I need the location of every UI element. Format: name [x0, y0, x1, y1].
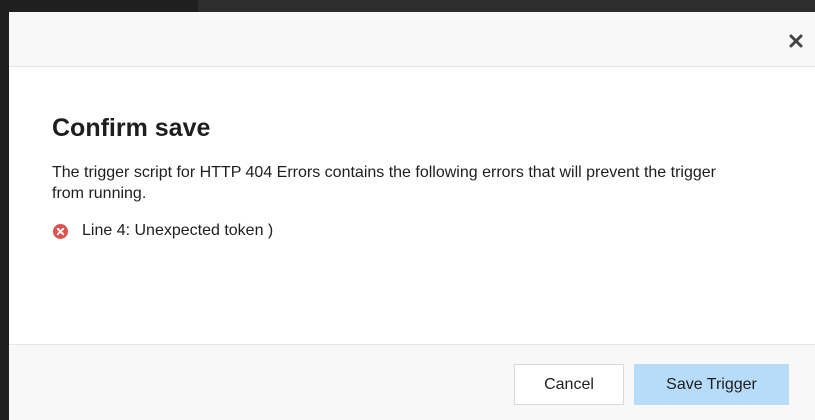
- error-text: Line 4: Unexpected token ): [82, 222, 274, 239]
- dialog-message: The trigger script for HTTP 404 Errors c…: [52, 164, 716, 202]
- dialog-footer: Cancel Save Trigger: [9, 344, 815, 420]
- error-item: Line 4: Unexpected token ): [52, 220, 772, 242]
- dialog-title: Confirm save: [52, 114, 211, 142]
- error-list: Line 4: Unexpected token ): [52, 220, 772, 242]
- cancel-button[interactable]: Cancel: [514, 364, 624, 405]
- save-trigger-button[interactable]: Save Trigger: [634, 364, 789, 405]
- dialog-header: [9, 12, 815, 67]
- dialog-body: Confirm save The trigger script for HTTP…: [9, 67, 815, 242]
- close-icon: [789, 34, 803, 48]
- close-button[interactable]: [785, 30, 807, 52]
- error-circle-icon: [53, 223, 68, 239]
- confirm-save-dialog: Confirm save The trigger script for HTTP…: [9, 12, 815, 420]
- backdrop-strip: [198, 0, 815, 12]
